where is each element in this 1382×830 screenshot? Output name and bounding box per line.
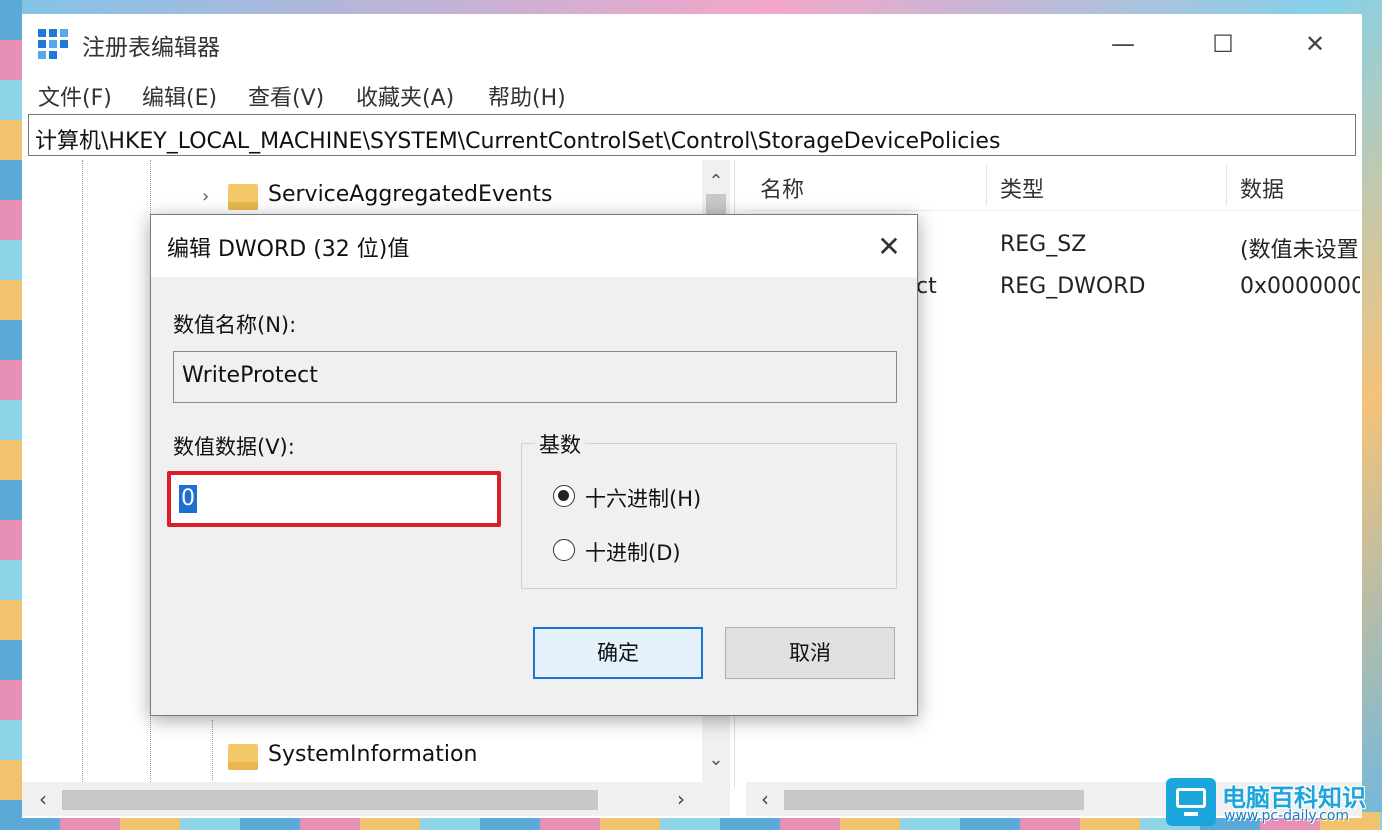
maximize-button[interactable]: ☐ [1200, 24, 1246, 64]
value-data-cell[interactable]: 0x0000000 [1240, 274, 1360, 299]
value-data-cell[interactable]: (数值未设置 [1240, 232, 1360, 264]
dialog-title-bar: 编辑 DWORD (32 位)值 ✕ [151, 215, 917, 277]
base-group-title: 基数 [535, 429, 585, 459]
value-name-label: 数值名称(N): [173, 313, 297, 337]
scroll-thumb[interactable] [62, 790, 598, 810]
menu-edit[interactable]: 编辑(E) [142, 80, 217, 112]
dialog-title: 编辑 DWORD (32 位)值 [167, 237, 410, 262]
highlight-box [167, 471, 501, 527]
base-groupbox [521, 443, 897, 589]
menu-view[interactable]: 查看(V) [248, 80, 324, 112]
site-watermark: 电脑百科知识 www.pc-daily.com [1166, 776, 1382, 830]
cancel-button[interactable]: 取消 [725, 627, 895, 679]
minimize-button[interactable]: — [1100, 24, 1146, 64]
watermark-url: www.pc-daily.com [1224, 808, 1350, 824]
regedit-app-icon [38, 29, 68, 59]
scroll-right-icon[interactable]: › [666, 782, 696, 816]
scroll-thumb[interactable] [784, 790, 1084, 810]
menu-bar: 文件(F) 编辑(E) 查看(V) 收藏夹(A) 帮助(H) [22, 74, 1362, 114]
radio-unchecked-icon[interactable] [553, 539, 575, 561]
address-bar[interactable]: 计算机\HKEY_LOCAL_MACHINE\SYSTEM\CurrentCon… [28, 114, 1356, 156]
scroll-left-icon[interactable]: ‹ [28, 782, 58, 816]
scroll-down-icon[interactable]: ⌄ [702, 746, 730, 774]
list-header: 名称 类型 数据 [746, 160, 1362, 211]
tree-item[interactable]: SystemInformation [202, 740, 692, 774]
value-name-cell[interactable]: ct [916, 274, 937, 299]
menu-file[interactable]: 文件(F) [38, 80, 112, 112]
title-bar: 注册表编辑器 — ☐ ✕ [22, 14, 1362, 72]
edit-dword-dialog: 编辑 DWORD (32 位)值 ✕ 数值名称(N): WriteProtect… [150, 214, 918, 716]
column-divider[interactable] [1226, 164, 1227, 206]
window-title: 注册表编辑器 [82, 35, 220, 61]
column-header-type[interactable]: 类型 [1000, 172, 1044, 204]
value-name-text: WriteProtect [182, 363, 318, 388]
scroll-up-icon[interactable]: ⌃ [702, 168, 730, 196]
radio-checked-icon[interactable] [553, 485, 575, 507]
tree-guide-line [82, 160, 83, 788]
column-header-data[interactable]: 数据 [1240, 172, 1284, 204]
column-divider[interactable] [986, 164, 987, 206]
value-type-cell[interactable]: REG_SZ [1000, 232, 1086, 257]
folder-icon [228, 744, 258, 770]
value-type-cell[interactable]: REG_DWORD [1000, 274, 1145, 299]
wallpaper-left [0, 0, 22, 830]
menu-favorites[interactable]: 收藏夹(A) [356, 80, 454, 112]
tree-horizontal-scrollbar[interactable]: ‹ › [22, 782, 730, 816]
menu-help[interactable]: 帮助(H) [488, 80, 566, 112]
close-window-button[interactable]: ✕ [1292, 24, 1338, 64]
folder-icon [228, 184, 258, 210]
column-header-name[interactable]: 名称 [760, 172, 804, 204]
monitor-logo-icon [1166, 778, 1216, 826]
dialog-close-icon[interactable]: ✕ [867, 225, 911, 269]
value-name-field: WriteProtect [173, 351, 897, 403]
chevron-right-icon[interactable]: › [202, 186, 209, 207]
address-path: 计算机\HKEY_LOCAL_MACHINE\SYSTEM\CurrentCon… [35, 129, 1001, 154]
value-data-label: 数值数据(V): [173, 435, 295, 459]
tree-item[interactable]: › ServiceAggregatedEvents [202, 180, 692, 214]
scroll-left-icon[interactable]: ‹ [750, 782, 780, 816]
ok-button[interactable]: 确定 [533, 627, 703, 679]
